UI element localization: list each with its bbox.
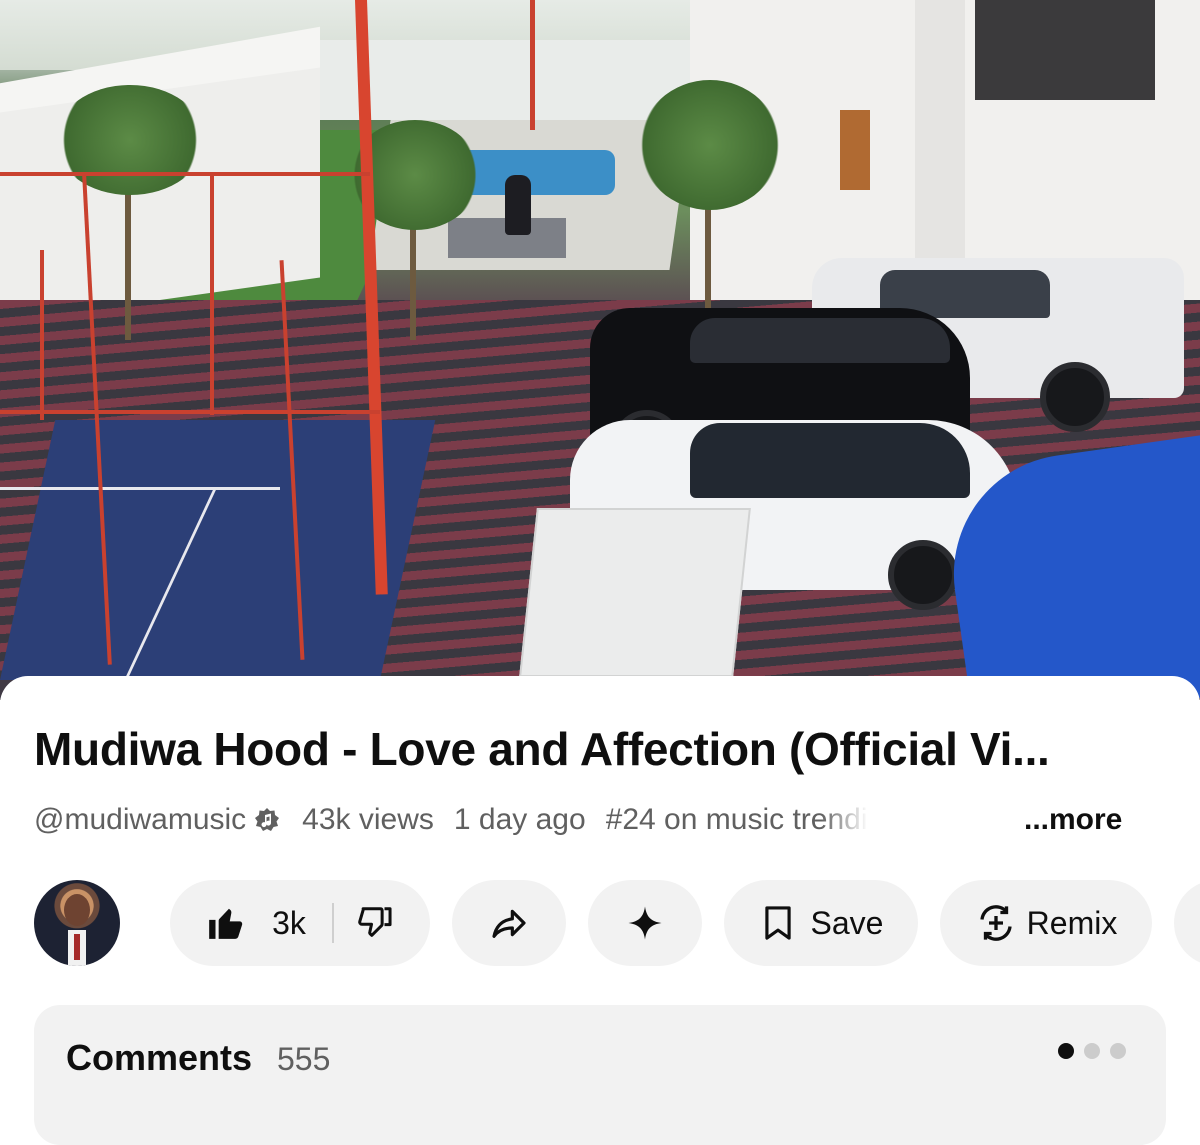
video-metadata-row[interactable]: @mudiwamusic 43k views 1 day ago #24 on … [34,800,1174,840]
thumbs-down-icon [358,907,392,937]
more-button[interactable]: ...more [1024,803,1122,837]
comments-title: Comments [66,1037,253,1078]
ask-button[interactable] [588,880,702,966]
pager-dot[interactable] [1084,1043,1100,1059]
remix-label: Remix [1026,904,1118,941]
video-scene-court [0,420,436,680]
comments-panel[interactable]: Comments 555 [34,1005,1166,1145]
share-button[interactable] [452,880,566,966]
video-scene-fence [0,172,370,176]
music-note-badge-icon [254,807,280,833]
video-scene-right-door [840,110,870,190]
video-scene-pole [530,0,535,130]
video-scene-fence [40,250,44,420]
trending-rank: #24 on music trending [605,803,868,836]
avatar-face [64,894,90,926]
video-title[interactable]: Mudiwa Hood - Love and Affection (Offici… [34,722,1174,776]
comments-pager[interactable] [1058,1043,1126,1059]
video-scene-fence [210,175,214,415]
video-player[interactable] [0,0,1200,700]
pager-dot[interactable] [1110,1043,1126,1059]
like-dislike-group: 3k [170,880,430,966]
channel-handle[interactable]: @mudiwamusic [34,803,246,837]
like-divider [331,903,334,943]
thumbs-up-icon [206,904,244,942]
upload-age: 1 day ago [453,803,586,836]
remix-button[interactable]: Remix [940,880,1152,966]
channel-avatar[interactable] [34,880,120,966]
pager-dot[interactable] [1058,1043,1074,1059]
video-scene-wheel [888,540,958,610]
view-count: 43k views [302,803,434,836]
remix-icon [980,905,1012,941]
video-scene-palm-leaves [55,85,205,195]
video-scene-box [519,508,751,677]
avatar-tie [74,934,80,960]
comments-count: 555 [277,1041,331,1077]
video-scene-palm-leaves [640,80,780,210]
video-scene-right-column [915,0,965,280]
video-scene-court-line [0,487,280,490]
video-scene-fence [0,410,380,414]
like-button[interactable]: 3k [206,904,306,942]
video-scene-person [505,175,531,235]
video-scene-right-window [975,0,1155,100]
sparkle-icon [628,906,662,940]
share-arrow-icon [492,909,526,938]
save-label: Save [810,904,884,941]
video-scene-black-car-glass [690,318,950,363]
like-count: 3k [272,904,306,941]
bookmark-icon [764,906,791,940]
video-scene-wheel [1040,362,1110,432]
dislike-button[interactable] [356,904,394,942]
video-scene-white-car-glass [690,423,970,498]
save-button[interactable]: Save [724,880,918,966]
